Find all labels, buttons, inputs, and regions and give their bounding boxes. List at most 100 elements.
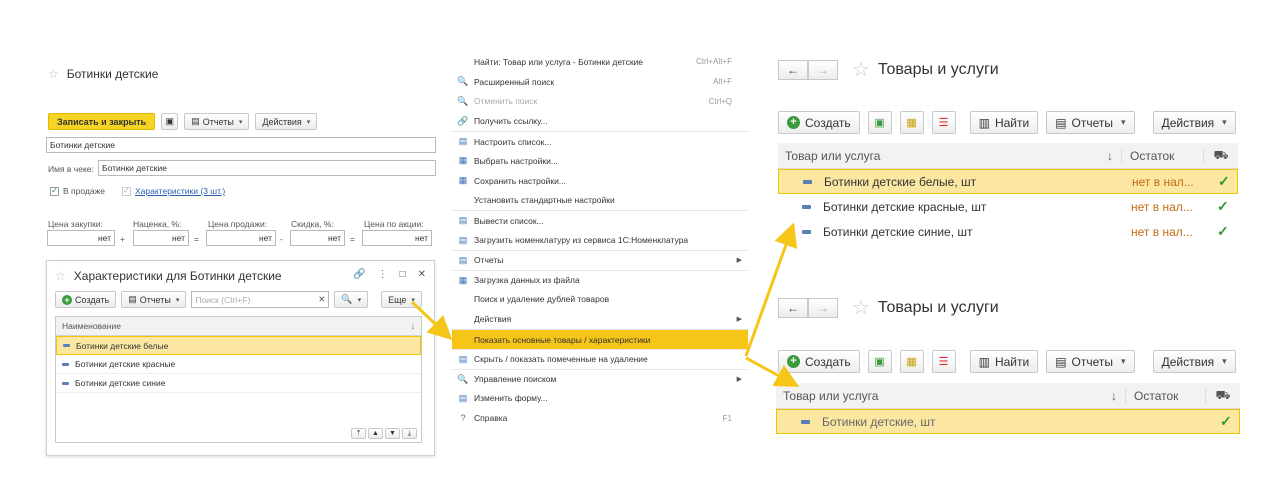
menu-item[interactable]: ▦ Сохранить настройки... [452, 171, 748, 191]
back-icon[interactable]: ← [778, 60, 808, 80]
characteristics-link[interactable]: Характеристики (3 шт.) [135, 186, 225, 196]
table-row[interactable]: Ботинки детские синие [56, 374, 421, 393]
reports-label: Отчеты [202, 116, 234, 127]
menu-item[interactable]: Установить стандартные настройки [452, 191, 748, 211]
favorite-star-icon[interactable]: ☆ [852, 60, 870, 80]
close-icon[interactable]: ✕ [418, 269, 426, 280]
reports-button[interactable]: ▤ Отчеты [121, 291, 187, 308]
col-item-header[interactable]: Товар или услуга ↓ [776, 388, 1126, 403]
name-field[interactable]: Ботинки детские [46, 137, 436, 153]
menu-item[interactable]: 🔗 Получить ссылку... [452, 111, 748, 131]
table-row[interactable]: Ботинки детские красные [56, 355, 421, 374]
forward-icon[interactable]: → [808, 60, 838, 80]
first-page-icon[interactable]: ⤒ [351, 428, 366, 439]
maximize-icon[interactable]: □ [400, 269, 406, 280]
link-icon[interactable]: 🔗 [353, 269, 365, 280]
folder-icon[interactable]: ▦ [899, 111, 924, 134]
sale-price-field[interactable]: нет [206, 230, 276, 246]
menu-item[interactable]: Действия ▶ [452, 309, 748, 329]
folder-icon[interactable]: ▦ [899, 350, 924, 373]
row-name: Ботинки детские красные [75, 359, 176, 369]
report-icon: ▤ [191, 116, 200, 126]
menu-item[interactable]: ▤ Загрузить номенклатуру из сервиса 1С:Но… [452, 230, 748, 250]
col-stock-header[interactable]: Остаток [1126, 388, 1206, 403]
actions-button[interactable]: Действия [1152, 350, 1236, 373]
menu-item[interactable]: 🔍 Управление поиском ▶ [452, 368, 748, 389]
menu-item-shortcut: F1 [722, 413, 732, 423]
table-row[interactable]: Ботинки детские белые [56, 336, 421, 355]
discount-field[interactable]: нет [290, 230, 345, 246]
nav-buttons: ← → [778, 298, 838, 318]
create-button[interactable]: + Создать [778, 111, 860, 134]
menu-item[interactable]: 🔍 Расширенный поиск Alt+F [452, 72, 748, 92]
item-icon [63, 344, 70, 347]
page-down-icon[interactable]: ▼ [385, 428, 400, 439]
actions-button[interactable]: Действия [1152, 111, 1236, 134]
last-page-icon[interactable]: ⤓ [402, 428, 417, 439]
reports-button[interactable]: ▤ Отчеты [1046, 111, 1135, 134]
table-row[interactable]: Ботинки детские синие, шт нет в нал... ✓ [778, 219, 1238, 244]
sort-down-icon: ↓ [1107, 148, 1113, 163]
menu-item[interactable]: ▤ Настроить список... [452, 131, 748, 151]
favorite-star-icon[interactable]: ☆ [55, 270, 66, 282]
create-button[interactable]: + Создать [778, 350, 860, 373]
menu-item-icon: 🔗 [457, 115, 469, 126]
menu-item[interactable]: 🔍 Отменить поиск Ctrl+Q [452, 92, 748, 112]
favorite-star-icon[interactable]: ☆ [48, 68, 59, 80]
table-row[interactable]: Ботинки детские белые, шт нет в нал... ✓ [778, 169, 1238, 194]
menu-item-shortcut: Ctrl+Q [708, 96, 732, 106]
row-stock: нет в нал... [1131, 199, 1193, 214]
menu-item[interactable]: ▦ Загрузка данных из файла [452, 269, 748, 290]
favorite-star-icon[interactable]: ☆ [852, 298, 870, 318]
promo-price-field[interactable]: нет [362, 230, 432, 246]
more-button[interactable]: Еще [381, 291, 422, 308]
menu-item[interactable]: ▤ Изменить форму... [452, 389, 748, 409]
menu-item-label: Отчеты [474, 255, 504, 266]
reports-button[interactable]: ▤ Отчеты [1046, 350, 1135, 373]
table-header: Наименование ↓ [56, 317, 421, 336]
goods-list-window-top: ← → ☆ Товары и услуги + Создать ▣ ▦ ☰ ▥ На… [772, 52, 1242, 248]
menu-item[interactable]: ▤ Вывести список... [452, 210, 748, 230]
list-icon[interactable]: ☰ [931, 111, 956, 134]
menu-item[interactable]: Поиск и удаление дублей товаров [452, 290, 748, 310]
receipt-name-field[interactable]: Ботинки детские [98, 160, 436, 176]
menu-item[interactable]: ? Справка F1 [452, 408, 748, 428]
col-name-header[interactable]: Наименование [62, 321, 121, 331]
col-item-header[interactable]: Товар или услуга ↓ [778, 148, 1122, 163]
window-title-group: ☆ Товары и услуги [852, 298, 999, 318]
search-options-button[interactable]: 🔍 [334, 291, 369, 308]
create-button[interactable]: + Создать [55, 291, 117, 308]
menu-item[interactable]: ▦ Выбрать настройки... [452, 151, 748, 171]
menu-item[interactable]: Показать основные товары / характеристик… [452, 329, 748, 349]
find-button[interactable]: ▥ Найти [969, 111, 1039, 134]
col-stock-header[interactable]: Остаток [1122, 148, 1204, 163]
purchase-price-field[interactable]: нет [47, 230, 115, 246]
plus-icon: + [787, 116, 800, 129]
table-row[interactable]: Ботинки детские красные, шт нет в нал... ✓ [778, 194, 1238, 219]
save-and-close-button[interactable]: Записать и закрыть [48, 113, 156, 130]
save-icon[interactable]: ▣ [161, 113, 179, 130]
table-row[interactable]: Ботинки детские, шт ✓ [776, 409, 1240, 434]
markup-field[interactable]: нет [133, 230, 189, 246]
forward-icon[interactable]: → [808, 298, 838, 318]
copy-icon[interactable]: ▣ [867, 350, 892, 373]
page-up-icon[interactable]: ▲ [368, 428, 383, 439]
clear-icon[interactable]: ✕ [318, 294, 325, 305]
actions-button[interactable]: Действия [255, 113, 318, 130]
menu-item-label: Загрузка данных из файла [474, 275, 580, 286]
check-icon: ✓ [1217, 198, 1229, 214]
copy-icon[interactable]: ▣ [867, 111, 892, 134]
menu-item[interactable]: ▤ Отчеты ▶ [452, 249, 748, 270]
reports-button[interactable]: ▤ Отчеты [184, 113, 250, 130]
search-input[interactable]: Поиск (Ctrl+F) ✕ [191, 291, 330, 308]
characteristics-checkbox[interactable]: ✓ Характеристики (3 шт.) [122, 186, 225, 196]
menu-item[interactable]: Найти: Товар или услуга - Ботинки детски… [452, 52, 748, 72]
sale-price-label: Цена продажи: [208, 219, 268, 229]
back-icon[interactable]: ← [778, 298, 808, 318]
menu-item[interactable]: ▤ Скрыть / показать помеченные на удалени… [452, 348, 748, 369]
more-menu-icon[interactable]: ⋮ [378, 269, 388, 280]
on-sale-checkbox[interactable]: ✓ В продаже [50, 186, 105, 196]
find-button[interactable]: ▥ Найти [969, 350, 1039, 373]
menu-item-icon: ▤ [458, 392, 468, 403]
list-icon[interactable]: ☰ [931, 350, 956, 373]
